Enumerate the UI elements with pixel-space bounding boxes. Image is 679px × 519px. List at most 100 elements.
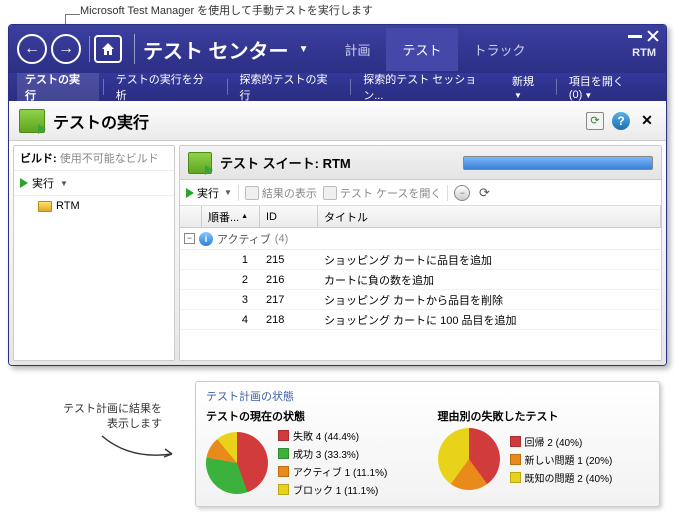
content-area: テストの実行 ⟳ ? ✕ ビルド: 使用不可能なビルド 実行 ▼ <box>9 101 666 365</box>
cell-id: 217 <box>260 290 318 309</box>
build-row: ビルド: 使用不可能なビルド <box>14 146 174 171</box>
grid-col-expand[interactable] <box>180 206 202 227</box>
tree-item-rtm[interactable]: RTM <box>14 196 174 216</box>
suite-label: テスト スイート: <box>220 156 319 171</box>
tab-track[interactable]: トラック <box>458 28 542 71</box>
pie-failed-reason <box>438 428 500 490</box>
grid-body: 1215ショッピング カートに品目を追加2216カートに負の数を追加3217ショ… <box>180 250 661 330</box>
toolbar-stop-button[interactable]: − <box>454 185 470 201</box>
title-separator <box>134 34 135 64</box>
rtm-badge: RTM <box>632 47 656 59</box>
legend-item: 新しい問題 1 (20%) <box>510 452 613 467</box>
legend-failed-reason: 回帰 2 (40%) 新しい問題 1 (20%) 既知の問題 2 (40%) <box>510 434 613 485</box>
chevron-down-icon: ▼ <box>60 179 68 188</box>
legend-item: 既知の問題 2 (40%) <box>510 470 613 485</box>
legend-label: 失敗 4 (44.4%) <box>293 428 359 443</box>
subnav-open-item[interactable]: 項目を開く (0)▼ <box>561 69 658 105</box>
toolbar-refresh-button[interactable]: ⟳ <box>476 185 492 201</box>
tab-test[interactable]: テスト <box>386 28 457 71</box>
toolbar-open-case[interactable]: テスト ケースを開く <box>323 185 442 201</box>
home-icon <box>100 41 116 57</box>
close-page-button[interactable]: ✕ <box>638 112 656 130</box>
status-panel: テスト計画の状態 テストの現在の状態 失敗 4 (44.4%) 成功 3 (33.… <box>195 381 660 507</box>
close-window-button[interactable] <box>646 29 660 43</box>
callout-left-text: テスト計画に結果を表示します <box>52 402 162 433</box>
app-title-dropdown-icon[interactable]: ▼ <box>299 44 309 55</box>
left-run-label: 実行 <box>32 175 54 191</box>
collapse-icon[interactable]: − <box>184 233 195 244</box>
legend-label: 回帰 2 (40%) <box>525 434 583 449</box>
cell-id: 218 <box>260 310 318 329</box>
status-col-failed: 理由別の失敗したテスト 回帰 2 (40%)新しい問題 1 (20%)既知の問題… <box>438 408 650 497</box>
status-col-current-title: テストの現在の状態 <box>206 408 418 424</box>
nav-separator <box>89 36 90 62</box>
callout-top-text: Microsoft Test Manager を使用して手動テストを実行します <box>80 2 373 18</box>
cell-title: カートに負の数を追加 <box>318 270 661 289</box>
grid-col-order[interactable]: 順番...▲ <box>202 206 260 227</box>
app-window: ← → テスト センター ▼ 計画 テスト トラック RTM テストの実行 テス… <box>8 24 667 366</box>
legend-item: 失敗 4 (44.4%) <box>278 428 387 443</box>
legend-swatch <box>278 484 289 495</box>
table-row[interactable]: 2216カートに負の数を追加 <box>180 270 661 290</box>
left-run-button[interactable]: 実行 ▼ <box>14 171 174 196</box>
status-col-current: テストの現在の状態 失敗 4 (44.4%) 成功 3 (33.3%) アクティブ … <box>206 408 418 497</box>
grid-col-id[interactable]: ID <box>260 206 318 227</box>
grid-header: 順番...▲ ID タイトル <box>180 206 661 228</box>
top-tabs: 計画 テスト トラック <box>328 28 541 71</box>
suite-header: テスト スイート: RTM <box>180 146 661 180</box>
legend-swatch <box>278 430 289 441</box>
results-icon <box>245 186 259 200</box>
legend-label: 新しい問題 1 (20%) <box>525 452 613 467</box>
suite-name: RTM <box>323 156 351 171</box>
tab-plan[interactable]: 計画 <box>328 28 386 71</box>
back-button[interactable]: ← <box>17 34 47 64</box>
subnav-new[interactable]: 新規▼ <box>504 69 552 105</box>
grid-group-row[interactable]: − i アクティブ (4) <box>180 228 661 250</box>
status-active-icon: i <box>199 232 213 246</box>
suite-progress <box>463 156 653 170</box>
legend-item: 回帰 2 (40%) <box>510 434 613 449</box>
app-title[interactable]: テスト センター <box>143 35 289 64</box>
status-panel-title: テスト計画の状態 <box>206 388 649 404</box>
legend-label: アクティブ 1 (11.1%) <box>293 464 387 479</box>
cell-order: 3 <box>202 290 260 309</box>
table-row[interactable]: 1215ショッピング カートに品目を追加 <box>180 250 661 270</box>
toolbar-show-results[interactable]: 結果の表示 <box>245 185 317 201</box>
grid-col-title[interactable]: タイトル <box>318 206 661 227</box>
left-pane: ビルド: 使用不可能なビルド 実行 ▼ RTM <box>13 145 175 361</box>
table-row[interactable]: 3217ショッピング カートから品目を削除 <box>180 290 661 310</box>
cell-id: 216 <box>260 270 318 289</box>
suite-toolbar: 実行 ▼ 結果の表示 テスト ケースを開く − ⟳ <box>180 180 661 206</box>
legend-item: 成功 3 (33.3%) <box>278 446 387 461</box>
titlebar: ← → テスト センター ▼ 計画 テスト トラック RTM <box>9 25 666 73</box>
legend-swatch <box>510 472 521 483</box>
legend-label: 成功 3 (33.3%) <box>293 446 359 461</box>
group-label: アクティブ <box>217 231 271 247</box>
legend-swatch <box>278 466 289 477</box>
cell-title: ショッピング カートに品目を追加 <box>318 250 661 269</box>
toolbar-run-button[interactable]: 実行 ▼ <box>186 185 232 201</box>
window-controls <box>628 29 660 43</box>
cell-title: ショッピング カートに 100 品目を追加 <box>318 310 661 329</box>
cell-order: 4 <box>202 310 260 329</box>
minimize-button[interactable] <box>628 35 642 38</box>
legend-swatch <box>510 436 521 447</box>
home-button[interactable] <box>94 35 122 63</box>
build-value: 使用不可能なビルド <box>60 153 159 165</box>
play-icon <box>186 188 194 198</box>
forward-button[interactable]: → <box>51 34 81 64</box>
pie-current-state <box>206 432 268 494</box>
play-icon <box>20 178 28 188</box>
cell-title: ショッピング カートから品目を削除 <box>318 290 661 309</box>
legend-swatch <box>278 448 289 459</box>
legend-current-state: 失敗 4 (44.4%)成功 3 (33.3%)アクティブ 1 (11.1%)ブ… <box>278 428 387 497</box>
suite-header-icon <box>188 152 212 174</box>
refresh-button[interactable]: ⟳ <box>586 112 604 130</box>
tree-item-label: RTM <box>56 200 80 212</box>
help-button[interactable]: ? <box>612 112 630 130</box>
suite-icon <box>19 109 45 133</box>
group-count: (4) <box>275 233 288 245</box>
sub-nav: テストの実行 テストの実行を分析 探索的テストの実行 探索的テスト セッション.… <box>9 73 666 101</box>
table-row[interactable]: 4218ショッピング カートに 100 品目を追加 <box>180 310 661 330</box>
folder-icon <box>38 201 52 212</box>
